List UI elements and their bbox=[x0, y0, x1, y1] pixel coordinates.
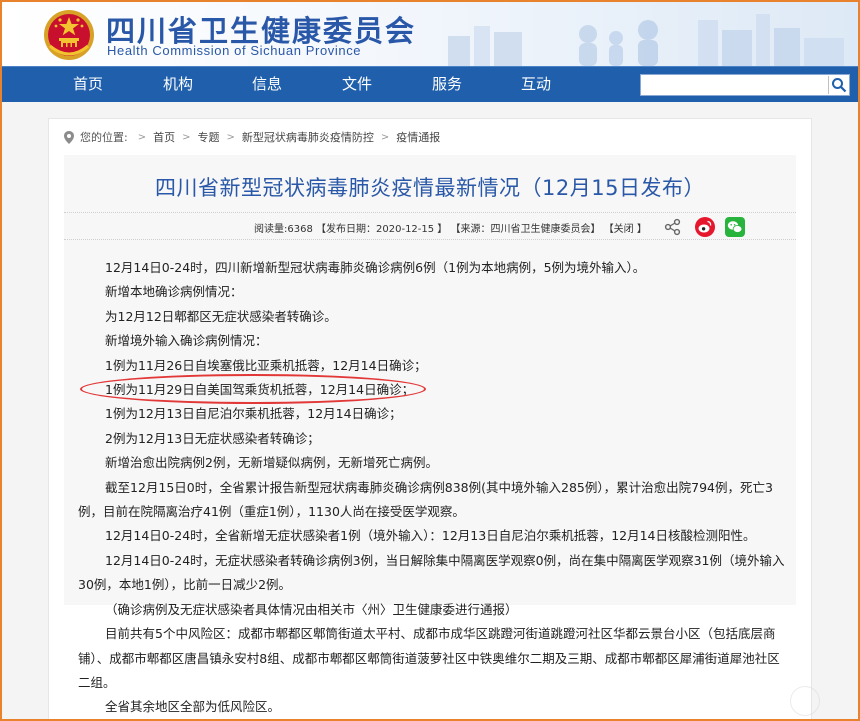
article-paragraph: 目前共有5个中风险区：成都市郫都区郫筒街道太平村、成都市成华区跳蹬河街道跳蹬河社… bbox=[78, 626, 780, 690]
site-header: 四川省卫生健康委员会 Health Commission of Sichuan … bbox=[2, 2, 858, 66]
publish-date: 【发布日期：2020-12-15 】 bbox=[316, 224, 448, 235]
article-paragraph: 1例为12月13日自尼泊尔乘机抵蓉，12月14日确诊； bbox=[105, 406, 402, 422]
nav-item-interaction[interactable]: 互动 bbox=[501, 67, 571, 103]
article-paragraph: （确诊病例及无症状感染者具体情况由相关市〈州〉卫生健康委进行通报） bbox=[105, 601, 518, 617]
article-paragraph: 12月14日0-24时，无症状感染者转确诊病例3例，当日解除集中隔离医学观察0例… bbox=[78, 552, 785, 593]
breadcrumb-label: 您的位置: bbox=[80, 131, 128, 144]
breadcrumb-separator: > bbox=[137, 131, 147, 143]
article-paragraph: 为12月12日郫都区无症状感染者转确诊。 bbox=[105, 308, 337, 324]
breadcrumb-separator: > bbox=[380, 131, 390, 143]
wechat-icon[interactable] bbox=[725, 217, 745, 237]
breadcrumb-topics[interactable]: 专题 bbox=[198, 129, 220, 145]
search-button[interactable] bbox=[828, 76, 848, 94]
weibo-icon[interactable] bbox=[695, 217, 715, 237]
close-link[interactable]: 【关闭 】 bbox=[604, 224, 647, 235]
article-paragraph: 全省其余地区全部为低风险区。 bbox=[105, 699, 281, 715]
site-subtitle: Health Commission of Sichuan Province bbox=[107, 43, 362, 58]
breadcrumb-epidemic-report[interactable]: 疫情通报 bbox=[396, 129, 440, 145]
article-paragraph: 2例为12月13日无症状感染者转确诊； bbox=[105, 430, 320, 446]
location-pin-icon bbox=[64, 130, 74, 144]
breadcrumb-separator: > bbox=[182, 131, 191, 143]
nav-item-documents[interactable]: 文件 bbox=[322, 67, 392, 103]
nav-item-services[interactable]: 服务 bbox=[412, 67, 482, 103]
red-highlight-ellipse bbox=[80, 374, 426, 404]
article-body: 12月14日0-24时，四川新增新型冠状病毒肺炎确诊病例6例（1例为本地病例，5… bbox=[78, 256, 790, 720]
article-paragraph: 新增本地确诊病例情况： bbox=[105, 284, 243, 300]
national-emblem-icon bbox=[44, 10, 94, 60]
meta-text: 阅读量:6368 【发布日期：2020-12-15 】 【来源：四川省卫生健康委… bbox=[254, 220, 647, 235]
search-input[interactable] bbox=[641, 75, 827, 95]
search-box bbox=[640, 74, 850, 96]
nav-item-home[interactable]: 首页 bbox=[53, 67, 123, 103]
breadcrumb: 您的位置: > 首页 > 专题 > 新型冠状病毒肺炎疫情防控 > 疫情通报 bbox=[64, 128, 440, 146]
watermark-logo bbox=[790, 686, 820, 716]
share-icon[interactable] bbox=[664, 218, 682, 236]
search-icon bbox=[832, 78, 847, 93]
breadcrumb-covid-prevention[interactable]: 新型冠状病毒肺炎疫情防控 bbox=[242, 129, 374, 145]
read-count: 阅读量:6368 bbox=[254, 224, 313, 235]
breadcrumb-separator: > bbox=[226, 131, 235, 143]
main-nav: 首页 机构 信息 文件 服务 互动 bbox=[2, 66, 858, 102]
article-paragraph: 新增境外输入确诊病例情况： bbox=[105, 333, 268, 349]
breadcrumb-home[interactable]: 首页 bbox=[153, 129, 175, 145]
article-paragraph: 新增治愈出院病例2例，无新增疑似病例，无新增死亡病例。 bbox=[105, 455, 438, 471]
nav-item-institutions[interactable]: 机构 bbox=[143, 67, 213, 103]
article-paragraph: 12月14日0-24时，四川新增新型冠状病毒肺炎确诊病例6例（1例为本地病例，5… bbox=[105, 260, 646, 275]
city-skyline-background bbox=[448, 14, 844, 66]
article-paragraph: 截至12月15日0时，全省累计报告新型冠状病毒肺炎确诊病例838例(其中境外输入… bbox=[78, 479, 773, 520]
nav-item-information[interactable]: 信息 bbox=[232, 67, 302, 103]
article-meta: 阅读量:6368 【发布日期：2020-12-15 】 【来源：四川省卫生健康委… bbox=[64, 212, 796, 240]
article-title: 四川省新型冠状病毒肺炎疫情最新情况（12月15日发布） bbox=[155, 176, 705, 200]
article-paragraph: 12月14日0-24时，全省新增无症状感染者1例（境外输入）：12月13日自尼泊… bbox=[105, 528, 756, 544]
article-source: 【来源：四川省卫生健康委员会】 bbox=[450, 224, 601, 235]
